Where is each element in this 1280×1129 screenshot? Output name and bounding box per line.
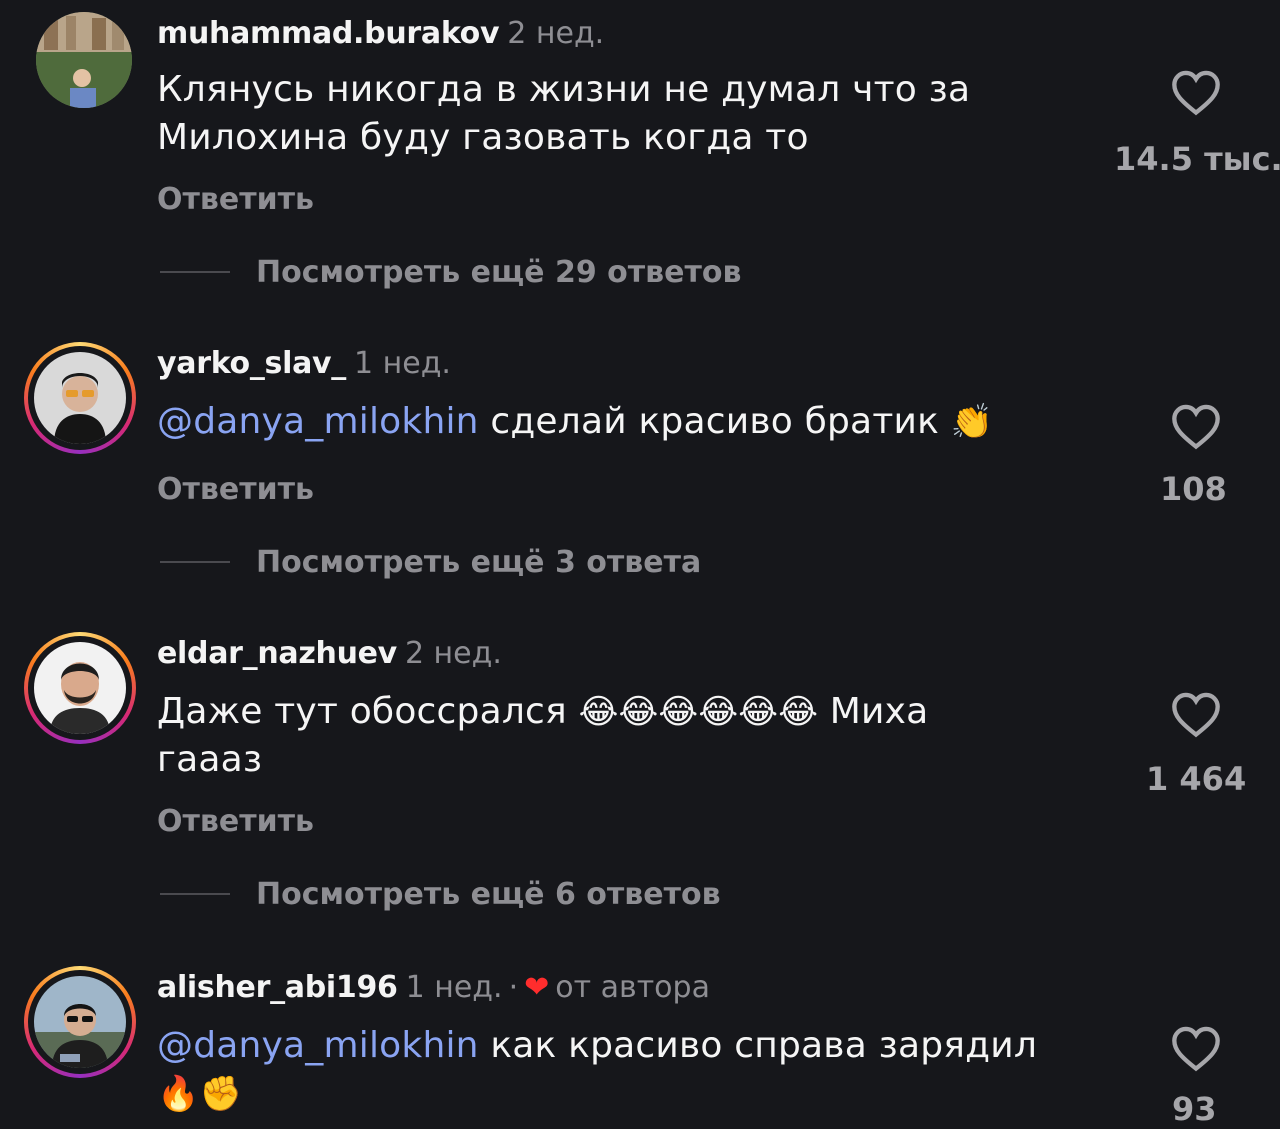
comment-header: yarko_slav_ 1 нед. xyxy=(157,346,451,382)
like-count: 108 xyxy=(1160,470,1227,508)
reply-button[interactable]: Ответить xyxy=(157,472,314,507)
like-button[interactable] xyxy=(1141,68,1251,120)
avatar[interactable] xyxy=(24,632,136,744)
reply-button[interactable]: Ответить xyxy=(157,804,314,839)
heart-outline-icon xyxy=(1172,404,1220,450)
avatar-photo xyxy=(34,642,126,734)
timestamp: 1 нед. xyxy=(354,346,451,381)
comment-text-body: Даже тут обоссрался xyxy=(157,691,579,732)
view-more-label: Посмотреть ещё 3 ответа xyxy=(256,544,702,580)
comments-feed: muhammad.burakov 2 нед. Клянусь никогда в… xyxy=(0,0,1280,1129)
avatar-photo xyxy=(34,976,126,1068)
avatar-photo xyxy=(36,12,132,108)
username[interactable]: alisher_abi196 xyxy=(157,970,398,1005)
comment-text: @danya_milokhin как красиво справа заряд… xyxy=(157,1022,1117,1118)
comment-text-line: Даже тут обоссрался 😂😂😂😂😂😂 Миха xyxy=(157,688,1117,736)
comment-text: Клянусь никогда в жизни не думал что за … xyxy=(157,66,1117,162)
separator-dot: · xyxy=(508,970,519,1005)
mention-link[interactable]: @danya_milokhin xyxy=(157,401,479,442)
divider xyxy=(160,271,230,273)
divider xyxy=(160,561,230,563)
like-button[interactable] xyxy=(1141,690,1251,742)
mention-link[interactable]: @danya_milokhin xyxy=(157,1025,479,1066)
fire-fist-emoji-group: 🔥✊ xyxy=(157,1074,243,1114)
like-button[interactable] xyxy=(1141,1024,1251,1076)
comment-text: Даже тут обоссрался 😂😂😂😂😂😂 Миха гаааз xyxy=(157,688,1117,784)
comment-text-body: как красиво справа зарядил xyxy=(478,1025,1038,1066)
laughing-emoji-group: 😂😂😂😂😂😂 xyxy=(578,692,819,732)
timestamp: 1 нед. xyxy=(405,970,503,1005)
comment-text-body: Миха xyxy=(818,691,929,732)
comment-text-body: сделай красиво братик xyxy=(478,401,951,442)
like-button[interactable] xyxy=(1141,402,1251,454)
like-count: 1 464 xyxy=(1146,760,1247,798)
like-count: 14.5 тыс. xyxy=(1114,140,1280,178)
reply-button[interactable]: Ответить xyxy=(157,182,314,217)
timestamp: 2 нед. xyxy=(507,16,605,51)
username[interactable]: eldar_nazhuev xyxy=(157,636,397,671)
username[interactable]: muhammad.burakov xyxy=(157,16,500,51)
heart-outline-icon xyxy=(1172,1026,1220,1072)
view-more-label: Посмотреть ещё 6 ответов xyxy=(256,876,721,912)
comment-header: muhammad.burakov 2 нед. xyxy=(157,16,604,52)
clap-emoji: 👏 xyxy=(950,402,994,442)
author-heart-icon: ❤ xyxy=(524,970,550,1005)
comment-text-line: гаааз xyxy=(157,739,263,780)
view-more-replies[interactable]: Посмотреть ещё 29 ответов xyxy=(160,252,741,292)
avatar[interactable] xyxy=(36,12,132,108)
like-count: 93 xyxy=(1172,1090,1217,1128)
heart-outline-icon xyxy=(1172,70,1220,116)
view-more-replies[interactable]: Посмотреть ещё 6 ответов xyxy=(160,874,721,914)
heart-outline-icon xyxy=(1172,692,1220,738)
view-more-replies[interactable]: Посмотреть ещё 3 ответа xyxy=(160,542,701,582)
username[interactable]: yarko_slav_ xyxy=(157,346,346,381)
comment-text-line: Милохина буду газовать когда то xyxy=(157,117,809,158)
comment-text-line: @danya_milokhin как красиво справа заряд… xyxy=(157,1022,1117,1070)
author-liked-label: от автора xyxy=(555,970,710,1005)
comment-header: eldar_nazhuev 2 нед. xyxy=(157,636,502,672)
view-more-label: Посмотреть ещё 29 ответов xyxy=(256,254,742,290)
avatar-photo xyxy=(34,352,126,444)
timestamp: 2 нед. xyxy=(404,636,502,671)
avatar[interactable] xyxy=(24,342,136,454)
comment-text: @danya_milokhin сделай красиво братик 👏 xyxy=(157,398,1117,446)
avatar[interactable] xyxy=(24,966,136,1078)
comment-text-line: Клянусь никогда в жизни не думал что за xyxy=(157,69,971,110)
comment-header: alisher_abi196 1 нед. · ❤ от автора xyxy=(157,970,710,1006)
divider xyxy=(160,893,230,895)
